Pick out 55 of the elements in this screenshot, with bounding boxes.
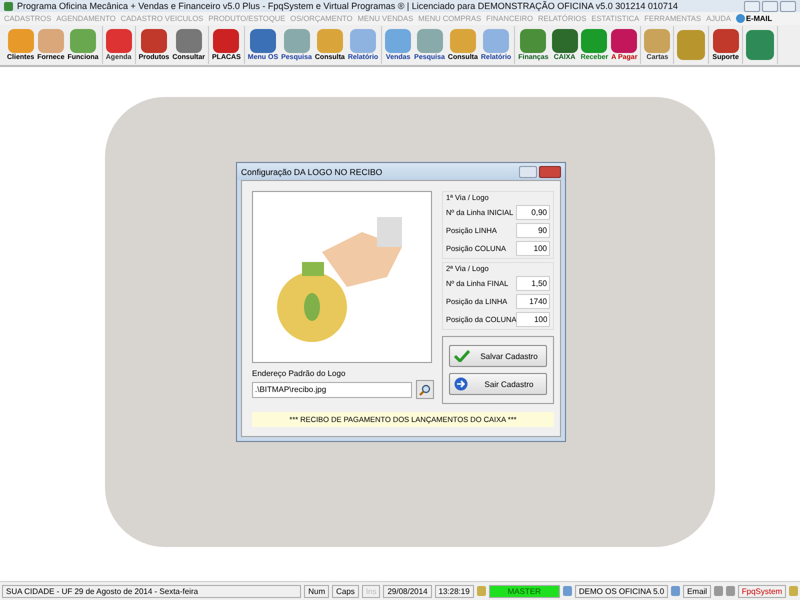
tile-icon — [644, 29, 670, 53]
status-panel: Caps — [332, 584, 359, 598]
toolbar-button[interactable] — [744, 30, 775, 60]
tile-icon — [450, 29, 476, 53]
minimize-button[interactable] — [744, 0, 760, 12]
status-panel: FpqSystem — [738, 584, 786, 598]
tile-icon — [284, 29, 310, 53]
status-panel: Num — [304, 584, 330, 598]
tile-icon — [176, 29, 202, 53]
tile-icon — [712, 29, 739, 53]
tile-icon — [8, 29, 34, 53]
search-button[interactable] — [416, 380, 434, 399]
tile-icon — [552, 29, 578, 53]
status-panel: DEMO OS OFICINA 5.0 — [574, 584, 668, 598]
arrow-circle-icon — [454, 377, 468, 391]
tile-icon — [483, 29, 510, 53]
help-button[interactable] — [519, 166, 537, 178]
tile-icon — [746, 30, 774, 60]
close-button[interactable] — [539, 166, 561, 178]
restore-button[interactable] — [762, 0, 778, 12]
field-label: Endereço Padrão do Logo — [252, 369, 346, 378]
tile-icon — [350, 29, 376, 53]
dialog-title: Configuração DA LOGO NO RECIBO — [241, 166, 384, 176]
status-panel: SUA CIDADE - UF 29 de Agosto de 2014 - Sexta-feira — [2, 584, 302, 598]
toolbar-button[interactable] — [676, 30, 706, 60]
number-field[interactable]: 1,50 — [516, 276, 550, 291]
app-icon — [4, 2, 13, 10]
tile-icon — [250, 29, 276, 53]
exit-button[interactable]: Sair Cadastro — [449, 373, 547, 395]
globe-icon — [736, 14, 745, 23]
tile-icon — [611, 29, 638, 53]
path-field[interactable]: .\BITMAP\recibo.jpg — [252, 382, 412, 398]
tile-icon — [520, 29, 546, 53]
tile-icon — [385, 29, 412, 53]
tile-icon — [316, 29, 343, 53]
tile-icon — [106, 29, 132, 53]
status-panel: 13:28:19 — [434, 584, 474, 598]
checkmark-icon — [454, 350, 470, 362]
tile-icon — [140, 29, 167, 53]
tile-icon — [38, 29, 64, 53]
status-panel: 29/08/2014 — [383, 584, 432, 598]
status-panel: Email — [683, 584, 712, 598]
tile-icon — [581, 29, 608, 53]
status-panel: MASTER — [488, 584, 560, 598]
number-field[interactable]: 1740 — [516, 294, 550, 309]
tile-icon — [416, 29, 443, 53]
tile-icon — [213, 29, 240, 53]
save-button[interactable]: Salvar Cadastro — [449, 345, 547, 367]
number-field[interactable]: 100 — [516, 241, 550, 256]
number-field[interactable]: 0,90 — [516, 205, 550, 220]
tile-icon — [677, 30, 706, 60]
number-field[interactable]: 100 — [516, 312, 550, 327]
window-title: Programa Oficina Mecânica + Vendas e Financeiro v5.0 Plus - FpqSystem e Virtual Programas ® | Licenciado para DEMONSTRAÇÃO OFICINA v5.0 301214 010714 — [17, 1, 679, 11]
number-field[interactable]: 90 — [516, 223, 550, 238]
tile-icon — [70, 29, 96, 53]
